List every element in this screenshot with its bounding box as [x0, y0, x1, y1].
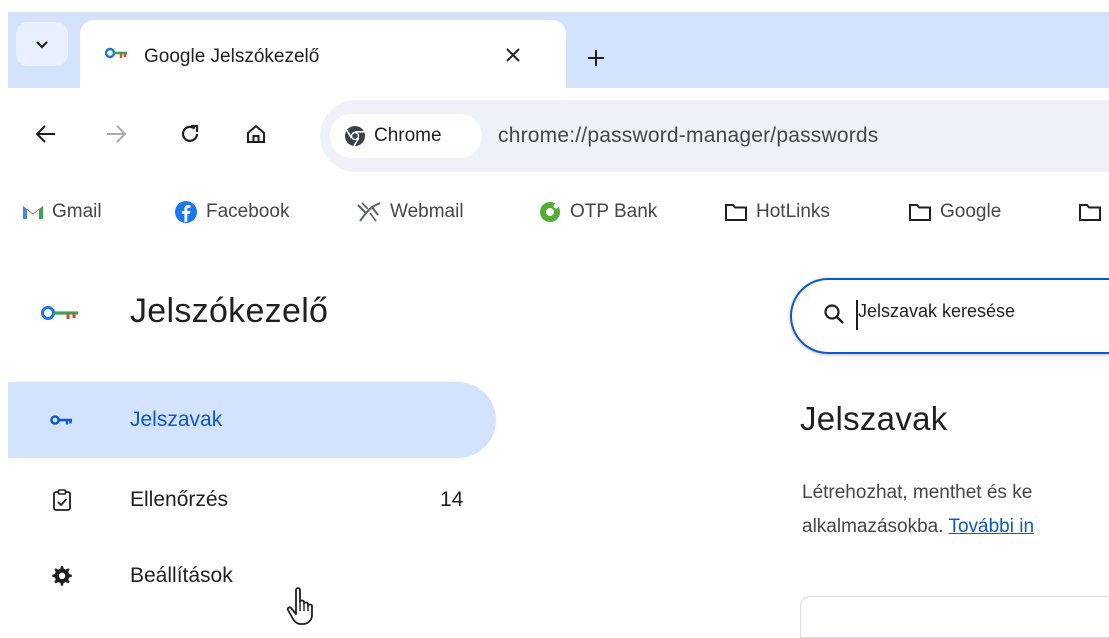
text-caret [856, 300, 858, 330]
bookmark-label: HotLinks [756, 201, 830, 222]
search-box[interactable] [790, 278, 1109, 354]
search-icon [822, 302, 846, 331]
reload-icon [181, 124, 199, 142]
chevron-down-icon [36, 41, 48, 49]
bookmarks-bar: Gmail Facebook Webmail OTP Bank HotLinks… [8, 184, 1109, 240]
sidebar-item-label: Jelszavak [130, 408, 223, 431]
bookmark-hotlinks[interactable]: HotLinks [724, 194, 830, 230]
issue-count-badge: 14 [440, 488, 464, 511]
bookmark-webmail[interactable]: Webmail [356, 194, 464, 230]
sidebar-item-label: Beállítások [130, 564, 233, 587]
key-logo-icon [40, 302, 82, 329]
app-logo [40, 290, 82, 340]
section-title: Jelszavak [800, 400, 948, 437]
sidebar-item-settings[interactable]: Beállítások [8, 538, 496, 614]
toolbar: Chrome chrome://password-manager/passwor… [8, 88, 1109, 184]
bookmark-overflow-folder[interactable] [1078, 194, 1109, 230]
sidebar-item-label: Ellenőrzés [130, 488, 229, 511]
bookmark-label: Gmail [52, 201, 102, 222]
key-icon [104, 44, 130, 67]
home-icon [247, 124, 265, 143]
chrome-icon [344, 125, 366, 147]
bookmark-label: Webmail [390, 201, 464, 222]
sidebar-item-checkup[interactable]: Ellenőrzés 14 [8, 462, 496, 538]
active-tab[interactable]: Google Jelszókezelő [80, 20, 566, 88]
folder-icon [1078, 202, 1102, 222]
page-title: Jelszókezelő [130, 292, 329, 330]
folder-icon [908, 202, 932, 222]
gear-icon [48, 562, 76, 590]
site-info-chip[interactable]: Chrome [330, 114, 482, 158]
back-arrow-icon [35, 125, 55, 143]
tab-title: Google Jelszókezelő [144, 46, 320, 67]
forward-arrow-icon [107, 125, 127, 143]
bookmark-otp-bank[interactable]: OTP Bank [538, 194, 657, 230]
back-button[interactable] [30, 118, 62, 150]
description-line-1: Létrehozhat, menthet és ke [802, 482, 1033, 503]
bookmark-google[interactable]: Google [908, 194, 1001, 230]
chip-label: Chrome [374, 125, 442, 146]
home-button[interactable] [240, 118, 272, 150]
passwords-card [800, 596, 1109, 638]
bookmark-facebook[interactable]: Facebook [174, 194, 289, 230]
tab-strip: Google Jelszókezelő [8, 12, 1109, 88]
sidebar-item-passwords[interactable]: Jelszavak [8, 382, 496, 458]
bookmark-label: OTP Bank [570, 201, 658, 222]
webmail-icon [356, 201, 382, 223]
gmail-icon [22, 204, 44, 220]
otp-bank-icon [538, 200, 562, 224]
folder-icon [724, 202, 748, 222]
forward-button[interactable] [100, 118, 132, 150]
section-description: Létrehozhat, menthet és ke alkalmazásokb… [802, 476, 1034, 544]
key-icon [48, 406, 76, 434]
bookmark-gmail[interactable]: Gmail [22, 194, 102, 230]
new-tab-button[interactable] [580, 42, 612, 74]
facebook-icon [174, 200, 198, 224]
learn-more-link[interactable]: További in [948, 516, 1034, 537]
url-text[interactable]: chrome://password-manager/passwords [498, 124, 879, 148]
checkup-icon [48, 486, 76, 514]
tab-search-button[interactable] [16, 22, 68, 66]
description-line-2: alkalmazásokba. További in [802, 510, 1034, 544]
address-bar[interactable]: Chrome chrome://password-manager/passwor… [320, 100, 1109, 172]
plus-icon [588, 50, 604, 66]
bookmark-label: Google [940, 201, 1002, 222]
search-input[interactable] [856, 300, 1109, 323]
bookmark-label: Facebook [206, 201, 290, 222]
close-icon[interactable] [500, 42, 526, 68]
reload-button[interactable] [174, 118, 206, 150]
description-line-2-text: alkalmazásokba. [802, 516, 949, 537]
